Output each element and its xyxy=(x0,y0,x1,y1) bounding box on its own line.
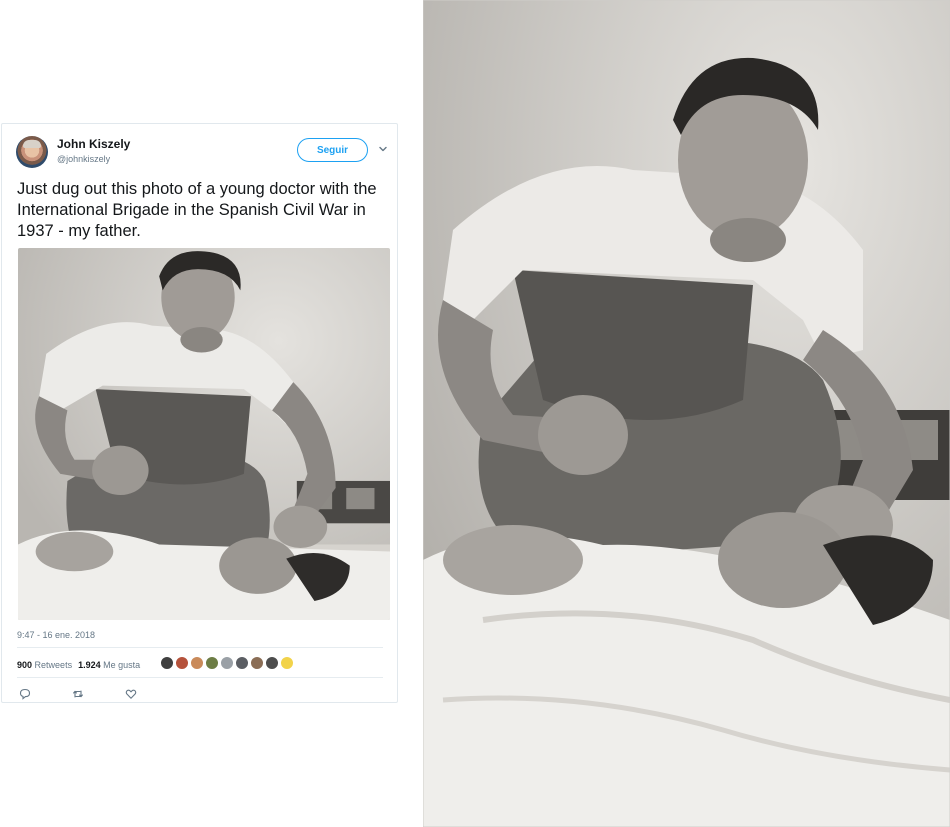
follow-button[interactable]: Seguir xyxy=(297,138,368,162)
retweets-label: Retweets xyxy=(34,660,73,670)
reply-icon[interactable] xyxy=(19,688,31,700)
liker-avatar[interactable] xyxy=(235,656,249,670)
liker-avatar[interactable] xyxy=(250,656,264,670)
liker-avatar[interactable] xyxy=(190,656,204,670)
liker-avatar[interactable] xyxy=(220,656,234,670)
tweet-photo[interactable] xyxy=(18,248,390,620)
heart-icon[interactable] xyxy=(125,688,137,700)
liker-avatar[interactable] xyxy=(205,656,219,670)
divider xyxy=(17,677,383,678)
enlarged-photo[interactable] xyxy=(423,0,950,827)
tweet-stats: 900 Retweets 1.924 Me gusta xyxy=(17,658,140,672)
tweet-card: John Kiszely @johnkiszely Seguir Just du… xyxy=(1,123,398,703)
liker-avatar[interactable] xyxy=(280,656,294,670)
liker-avatar[interactable] xyxy=(160,656,174,670)
likes-count: 1.924 xyxy=(78,660,101,670)
tweet-text: Just dug out this photo of a young docto… xyxy=(17,180,377,240)
divider xyxy=(17,647,383,648)
retweets-count: 900 xyxy=(17,660,33,670)
tweet-actions xyxy=(19,688,178,700)
avatar[interactable] xyxy=(16,136,48,168)
chevron-down-icon[interactable] xyxy=(378,144,388,154)
tweet-photo-image xyxy=(18,248,390,620)
tweet-timestamp[interactable]: 9:47 - 16 ene. 2018 xyxy=(17,630,95,640)
liker-avatar[interactable] xyxy=(265,656,279,670)
likers-avatars xyxy=(160,656,295,670)
likes-label: Me gusta xyxy=(103,660,141,670)
author-name[interactable]: John Kiszely xyxy=(57,137,130,151)
retweet-icon[interactable] xyxy=(72,688,84,700)
enlarged-photo-image xyxy=(423,0,950,827)
tweet-header: John Kiszely @johnkiszely Seguir xyxy=(16,136,388,170)
liker-avatar[interactable] xyxy=(175,656,189,670)
retweets-stat[interactable]: 900 Retweets xyxy=(17,660,72,670)
likes-stat[interactable]: 1.924 Me gusta xyxy=(78,660,140,670)
author-handle[interactable]: @johnkiszely xyxy=(57,154,110,164)
